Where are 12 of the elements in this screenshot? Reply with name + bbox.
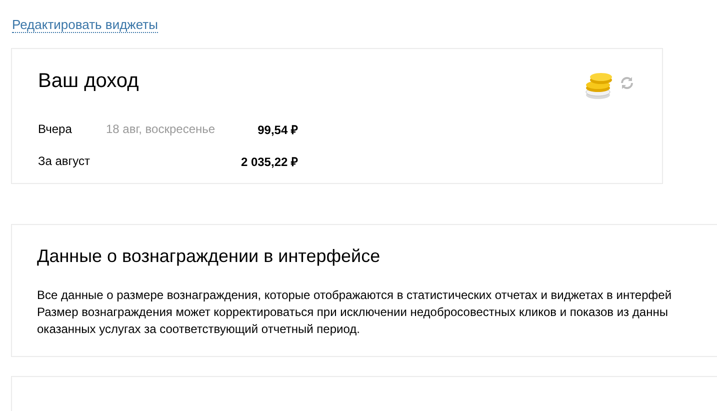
paragraph-line: оказанных услугах за соответствующий отчетный период. xyxy=(37,321,361,338)
row-amount: 99,54 ₽ xyxy=(256,122,298,138)
edit-widgets-link[interactable]: Редактировать виджеты xyxy=(12,17,158,33)
row-label: За август xyxy=(38,154,92,168)
paragraph-line: Размер вознаграждения может корректироваться при исключении недобросовестных кликов и показов из данны xyxy=(37,304,669,321)
refresh-icon[interactable] xyxy=(620,76,634,90)
row-amount: 2 035,22 ₽ xyxy=(240,154,298,170)
row-label: Вчера xyxy=(38,122,73,136)
section-title: Данные о вознаграждении в интерфейсе xyxy=(37,246,382,267)
row-date: 18 авг, воскресенье xyxy=(106,122,216,136)
paragraph-line: Все данные о размере вознаграждения, которые отображаются в статистических отчетах и виджетах в интерфей xyxy=(37,287,673,304)
widget-title: Ваш доход xyxy=(38,69,140,93)
